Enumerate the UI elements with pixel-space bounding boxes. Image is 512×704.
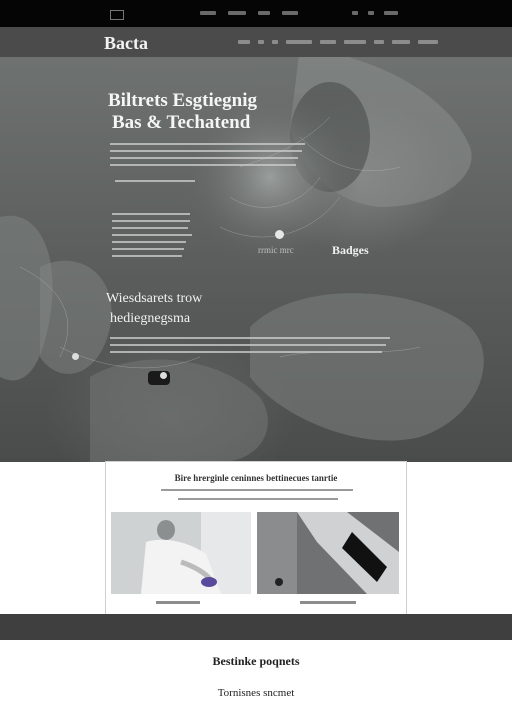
- lab-worker-image: [111, 512, 251, 594]
- slider-dot[interactable]: [160, 372, 167, 379]
- nav-item[interactable]: [272, 40, 278, 44]
- main-nav: [238, 40, 438, 44]
- photo-lab-worker[interactable]: [111, 512, 251, 594]
- photo-caption: [300, 601, 356, 604]
- top-link[interactable]: [200, 11, 216, 15]
- nav-item[interactable]: [258, 40, 264, 44]
- photo-device[interactable]: [257, 512, 399, 594]
- card-title: Bire hrerginle ceninnes bettinecues tanr…: [174, 473, 338, 483]
- top-links: [200, 11, 298, 15]
- brand-logo[interactable]: Bacta: [104, 33, 148, 54]
- user-icon[interactable]: [368, 11, 374, 15]
- search-icon[interactable]: [352, 11, 358, 15]
- nav-item[interactable]: [374, 40, 384, 44]
- bottom-heading: Bestinke poqnets: [212, 654, 300, 668]
- nav-item[interactable]: [418, 40, 438, 44]
- nav-item[interactable]: [286, 40, 312, 44]
- divider-band: [0, 614, 512, 640]
- nav-item[interactable]: [320, 40, 336, 44]
- hero-subtext: [115, 180, 195, 187]
- top-link[interactable]: [258, 11, 270, 15]
- section-title: Wiesdsarets trow hediegnegsma: [106, 289, 202, 329]
- cta-bullet-icon: [275, 230, 284, 239]
- card-text-line: [161, 489, 353, 491]
- nav-item[interactable]: [392, 40, 410, 44]
- top-link[interactable]: [282, 11, 298, 15]
- top-link[interactable]: [228, 11, 246, 15]
- cta-label[interactable]: rrmic mrc: [258, 245, 294, 255]
- nav-item[interactable]: [344, 40, 366, 44]
- small-logo-icon[interactable]: [110, 10, 124, 20]
- feature-card: Bire hrerginle ceninnes bettinecues tanr…: [105, 461, 407, 615]
- section-title-line1: Wiesdsarets trow: [106, 291, 203, 306]
- hero-list: [112, 213, 192, 262]
- hero-title: Biltrets Esgtiegnig Bas & Techatend: [108, 90, 257, 134]
- cta-badges-link[interactable]: Badges: [332, 243, 369, 258]
- section-title-line2: hediegnegsma: [110, 311, 191, 326]
- site-header: Bacta: [0, 27, 512, 57]
- nav-item[interactable]: [238, 40, 250, 44]
- slider-dot[interactable]: [72, 353, 79, 360]
- cart-icon[interactable]: [384, 11, 398, 15]
- hero-title-line1: Biltrets Esgtiegnig: [108, 90, 258, 111]
- top-bar: [0, 0, 512, 27]
- top-icons: [352, 11, 398, 15]
- section-paragraph: [110, 337, 390, 358]
- hero-paragraph: [110, 143, 305, 171]
- photo-caption: [156, 601, 200, 604]
- device-image: [257, 512, 399, 594]
- hero-section: Biltrets Esgtiegnig Bas & Techatend rrmi…: [0, 57, 512, 462]
- bottom-subheading: Tornisnes sncmet: [217, 687, 295, 699]
- card-text-line: [178, 498, 338, 500]
- hero-title-line2: Bas & Techatend: [112, 112, 251, 133]
